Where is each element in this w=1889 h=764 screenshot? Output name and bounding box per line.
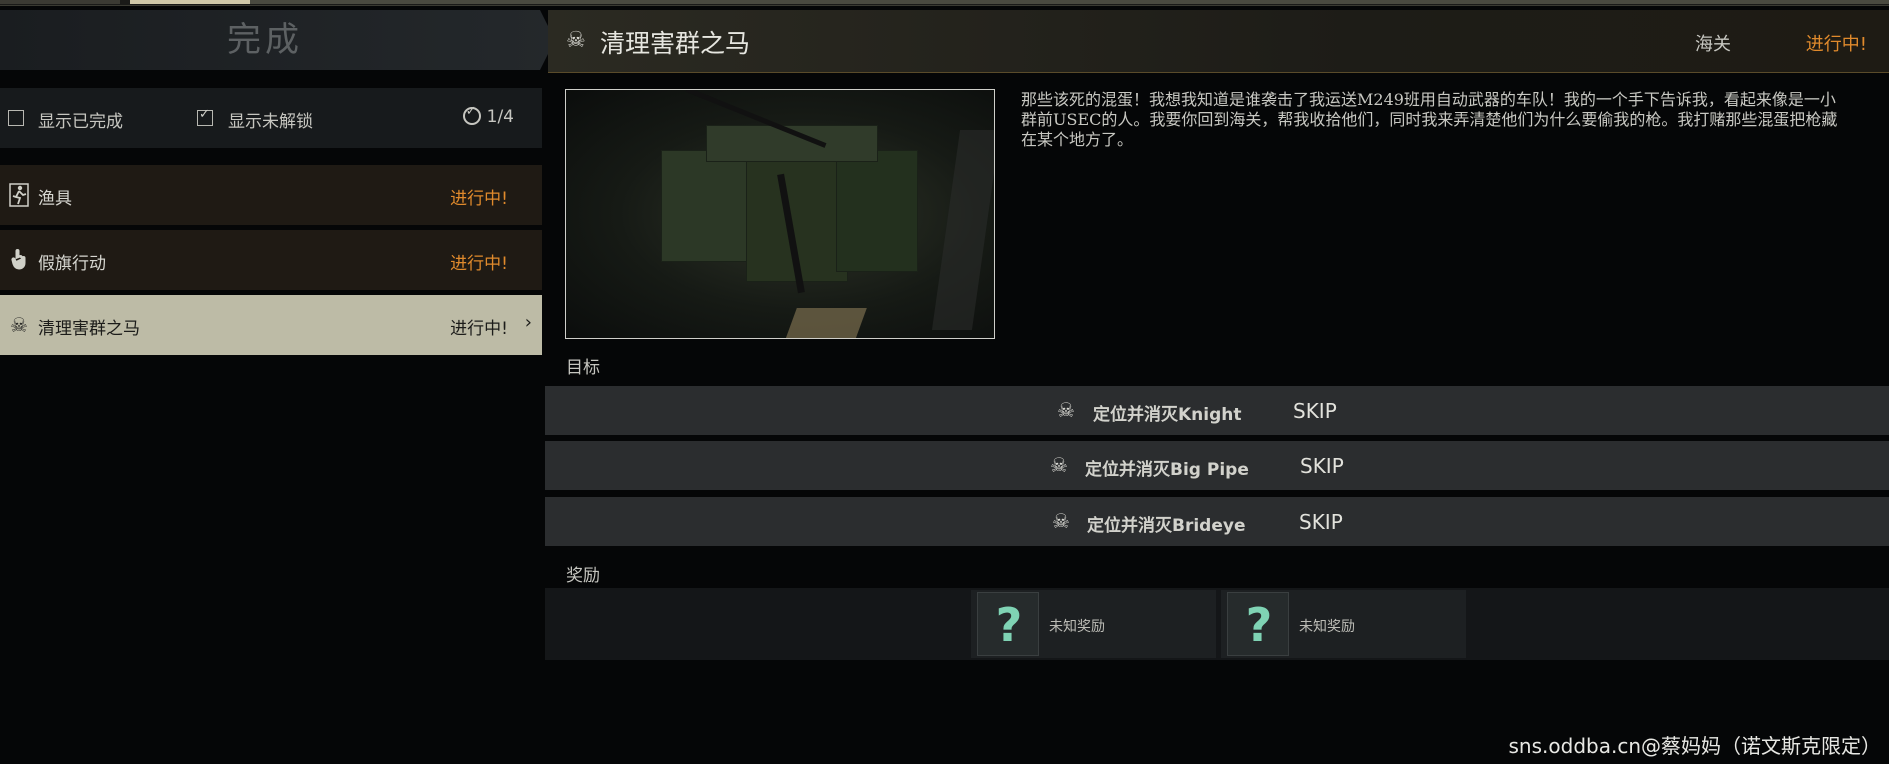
quest-item-cleaning-house[interactable]: ☠ 清理害群之马 进行中! › [0, 295, 542, 355]
quest-detail-header: ☠ 清理害群之马 海关 进行中! [548, 10, 1889, 73]
quest-detail-status: 进行中! [1805, 34, 1867, 55]
objective-text: 定位并消灭Knight [1093, 405, 1242, 425]
runner-icon [8, 183, 30, 207]
show-locked-label: 显示未解锁 [228, 112, 313, 132]
quest-location: 海关 [1695, 34, 1731, 55]
show-completed-label: 显示已完成 [38, 112, 123, 132]
objective-text: 定位并消灭Brideye [1087, 516, 1246, 536]
chevron-right-icon: › [524, 312, 532, 333]
objective-row: ☠ 定位并消灭Brideye SKIP [545, 497, 1889, 546]
quest-name: 清理害群之马 [38, 319, 140, 339]
quest-image [565, 89, 995, 339]
quest-name: 假旗行动 [38, 254, 106, 274]
rewards-label: 奖励 [566, 566, 600, 586]
objective-row: ☠ 定位并消灭Big Pipe SKIP [545, 441, 1889, 490]
skull-icon: ☠ [566, 28, 586, 53]
quest-counter: 1/4 [462, 104, 514, 127]
completed-tab-title: 完成 [227, 20, 303, 60]
check-circle-icon [462, 104, 481, 125]
quest-status: 进行中! [450, 319, 508, 339]
unknown-reward-icon: ? [977, 592, 1039, 656]
quest-filters: 显示已完成 显示未解锁 1/4 [0, 88, 542, 148]
quest-item-false-flag[interactable]: 假旗行动 进行中! [0, 230, 542, 290]
quest-detail-title: 清理害群之马 [600, 29, 751, 58]
objectives-label: 目标 [566, 358, 600, 378]
quest-status: 进行中! [450, 189, 508, 209]
objective-row: ☠ 定位并消灭Knight SKIP [545, 386, 1889, 435]
quest-status: 进行中! [450, 254, 508, 274]
reward-item[interactable]: ? 未知奖励 [971, 590, 1216, 658]
skull-icon: ☠ [1057, 398, 1075, 422]
skull-icon: ☠ [1052, 509, 1070, 533]
top-progress-strip [0, 0, 1889, 6]
rewards-area [545, 588, 1889, 660]
skull-icon: ☠ [10, 313, 28, 337]
reward-label: 未知奖励 [1299, 619, 1355, 635]
skull-icon: ☠ [1050, 453, 1068, 477]
skip-button[interactable]: SKIP [1293, 399, 1337, 423]
reward-label: 未知奖励 [1049, 619, 1105, 635]
skip-button[interactable]: SKIP [1299, 510, 1343, 534]
quest-description: 那些该死的混蛋！我想我知道是谁袭击了我运送M249班用自动武器的车队！我的一个手… [1021, 90, 1838, 149]
reward-item[interactable]: ? 未知奖励 [1221, 590, 1466, 658]
watermark-text: sns.oddba.cn@蔡妈妈（诺文斯克限定） [1508, 734, 1881, 758]
hand-icon [8, 248, 30, 272]
show-completed-checkbox[interactable] [8, 110, 24, 126]
quest-counter-value: 1/4 [486, 107, 514, 127]
quest-item-fishing-gear[interactable]: 渔具 进行中! [0, 165, 542, 225]
unknown-reward-icon: ? [1227, 592, 1289, 656]
completed-tab-header[interactable]: 完成 [0, 10, 555, 70]
quest-name: 渔具 [38, 189, 72, 209]
show-locked-checkbox[interactable] [197, 107, 213, 126]
skip-button[interactable]: SKIP [1300, 454, 1344, 478]
objective-text: 定位并消灭Big Pipe [1085, 460, 1249, 480]
